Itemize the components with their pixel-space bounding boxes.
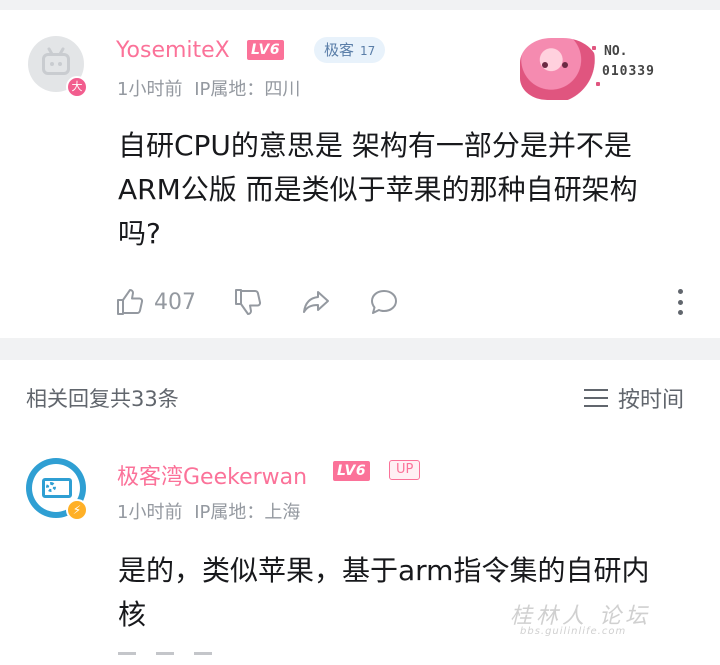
vip-badge: 大 bbox=[66, 76, 88, 98]
tv-placeholder-icon bbox=[42, 53, 70, 75]
ip-location: IP属地：上海 bbox=[194, 502, 301, 523]
anime-character-image bbox=[520, 38, 598, 100]
dislike-button[interactable] bbox=[232, 286, 264, 318]
sort-label: 按时间 bbox=[618, 388, 685, 413]
like-count: 407 bbox=[154, 289, 196, 315]
gear-icon bbox=[46, 482, 56, 492]
comment-actions: 407 bbox=[114, 282, 400, 322]
like-button[interactable]: 407 bbox=[114, 286, 196, 318]
decoration-label: NO. bbox=[604, 44, 628, 59]
up-badge: UP bbox=[389, 460, 421, 480]
comment-meta: 1小时前 IP属地：四川 bbox=[117, 75, 300, 101]
comment-meta: 1小时前 IP属地：上海 bbox=[117, 498, 300, 524]
top-divider bbox=[0, 0, 720, 10]
fan-badge-level: 17 bbox=[360, 44, 376, 58]
decoration-card[interactable]: NO. 010339 bbox=[520, 38, 670, 100]
thumb-down-icon bbox=[235, 289, 262, 315]
level-badge: LV6 bbox=[247, 40, 285, 60]
share-button[interactable] bbox=[300, 286, 332, 318]
content-line: 吗? bbox=[118, 217, 161, 250]
fan-badge-label: 极客 bbox=[324, 41, 355, 59]
level-badge: LV6 bbox=[333, 461, 371, 481]
comment-time: 1小时前 bbox=[117, 502, 183, 523]
next-actions-peek bbox=[118, 652, 318, 665]
replies-count: 相关回复共33条 bbox=[26, 387, 179, 411]
content-line: 是的，类似苹果，基于arm指令集的自研内 bbox=[118, 554, 650, 587]
comment-time: 1小时前 bbox=[117, 79, 183, 100]
content-line: ARM公版 而是类似于苹果的那种自研架构 bbox=[118, 173, 638, 206]
lightning-badge-icon: ⚡ bbox=[66, 499, 88, 521]
sort-lines-icon bbox=[584, 389, 608, 407]
section-divider bbox=[0, 338, 720, 360]
share-icon bbox=[303, 291, 329, 313]
username[interactable]: YosemiteX bbox=[116, 38, 230, 63]
content-line: 自研CPU的意思是 架构有一部分是并不是 bbox=[118, 129, 632, 162]
forum-watermark-url: bbs.guilinlife.com bbox=[520, 626, 627, 637]
ip-location: IP属地：四川 bbox=[194, 79, 301, 100]
decoration-id: 010339 bbox=[602, 64, 655, 79]
comment-content: 自研CPU的意思是 架构有一部分是并不是 ARM公版 而是类似于苹果的那种自研架… bbox=[118, 124, 638, 256]
sort-by-time-button[interactable]: 按时间 bbox=[584, 381, 684, 415]
username[interactable]: 极客湾Geekerwan bbox=[117, 459, 307, 491]
fan-badge[interactable]: 极客 17 bbox=[314, 37, 386, 63]
more-vertical-icon[interactable] bbox=[668, 286, 692, 318]
reply-button[interactable] bbox=[368, 286, 400, 318]
thumb-up-icon bbox=[117, 289, 144, 315]
comment-icon bbox=[371, 290, 397, 314]
